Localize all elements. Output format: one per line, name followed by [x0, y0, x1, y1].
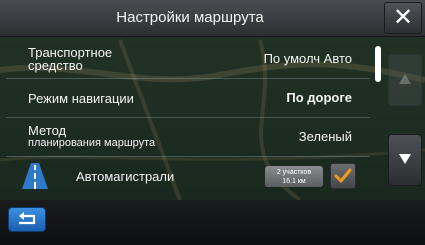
highway-stats-badge: 2 участков 16.1 км — [265, 166, 323, 187]
setting-label: Метод планирования маршрута — [28, 118, 155, 156]
highway-icon — [22, 163, 48, 189]
bottom-bar — [0, 200, 425, 245]
setting-row-vehicle[interactable]: Транспортное средство По умолч Авто — [6, 40, 370, 79]
setting-label: Транспортное средство — [28, 40, 112, 78]
scroll-up-button[interactable] — [388, 54, 422, 106]
badge-segments: 2 участков — [276, 168, 312, 176]
setting-label-line1: Режим навигации — [28, 90, 134, 106]
route-settings-list: Транспортное средство По умолч Авто Режи… — [6, 40, 380, 196]
setting-label-line2: средство — [28, 58, 83, 73]
setting-row-highways[interactable]: Автомагистрали 2 участков 16.1 км — [6, 157, 370, 195]
scrollbar-thumb[interactable] — [375, 46, 381, 82]
setting-label-line1: Автомагистрали — [76, 168, 175, 184]
title-bar: Настройки маршрута ✕ — [0, 0, 425, 37]
close-button[interactable]: ✕ — [384, 2, 422, 34]
setting-label-line1: Метод — [28, 123, 67, 138]
setting-value: По умолч Авто — [263, 51, 352, 66]
triangle-up-icon — [399, 74, 411, 84]
page-title: Настройки маршрута — [116, 9, 264, 26]
highways-checkbox[interactable] — [330, 163, 356, 189]
back-arrow-icon — [19, 212, 36, 225]
badge-distance: 16.1 км — [282, 177, 306, 185]
scroll-down-button[interactable] — [388, 134, 422, 186]
setting-row-planning-method[interactable]: Метод планирования маршрута Зеленый — [6, 118, 370, 157]
checkmark-icon — [334, 168, 352, 183]
setting-label: Режим навигации — [28, 79, 134, 117]
setting-label-line2: планирования маршрута — [28, 137, 156, 149]
close-icon: ✕ — [392, 4, 414, 31]
setting-row-navigation-mode[interactable]: Режим навигации По дороге — [6, 79, 370, 118]
back-button[interactable] — [8, 207, 46, 232]
setting-value: По дороге — [286, 90, 352, 105]
triangle-down-icon — [399, 154, 411, 164]
setting-label: Автомагистрали — [76, 157, 174, 195]
setting-value: Зеленый — [298, 129, 352, 144]
